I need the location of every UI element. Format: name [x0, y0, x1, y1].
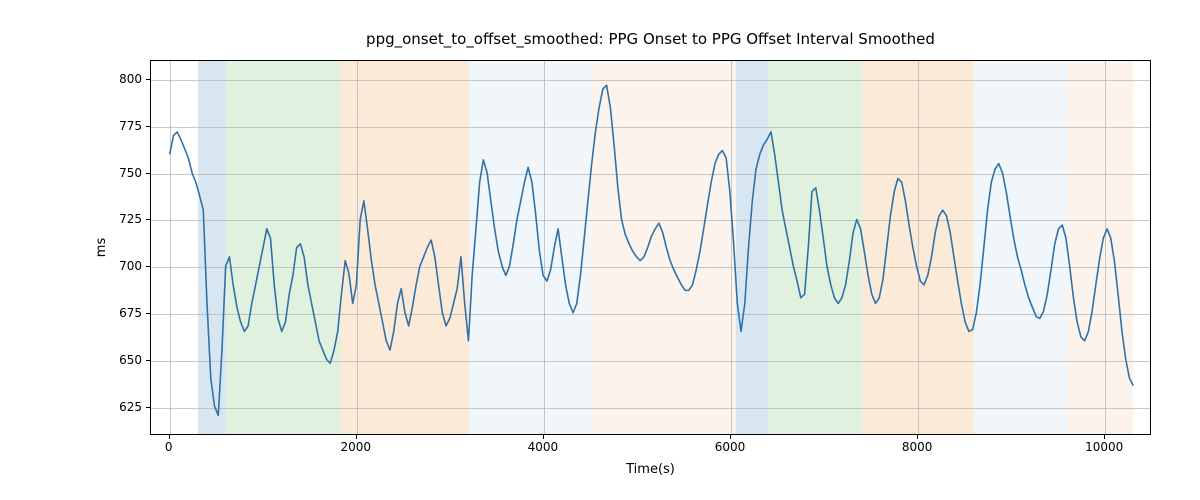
x-tick-label: 8000: [892, 440, 942, 454]
x-tick-label: 6000: [705, 440, 755, 454]
chart-title: ppg_onset_to_offset_smoothed: PPG Onset …: [150, 30, 1151, 48]
y-tick-label: 800: [102, 72, 142, 86]
x-axis-label: Time(s): [150, 462, 1151, 477]
plot-area: [150, 60, 1151, 435]
x-tick-label: 0: [144, 440, 194, 454]
y-axis-label: ms: [92, 60, 112, 435]
y-tick-label: 725: [102, 212, 142, 226]
y-tick-label: 675: [102, 306, 142, 320]
y-tick-label: 775: [102, 119, 142, 133]
chart-container: [150, 60, 1151, 435]
x-tick-label: 2000: [331, 440, 381, 454]
y-tick-label: 625: [102, 400, 142, 414]
data-line: [151, 61, 1150, 434]
x-tick-label: 4000: [518, 440, 568, 454]
x-tick-label: 10000: [1079, 440, 1129, 454]
y-tick-label: 650: [102, 353, 142, 367]
y-tick-label: 700: [102, 259, 142, 273]
y-tick-label: 750: [102, 166, 142, 180]
